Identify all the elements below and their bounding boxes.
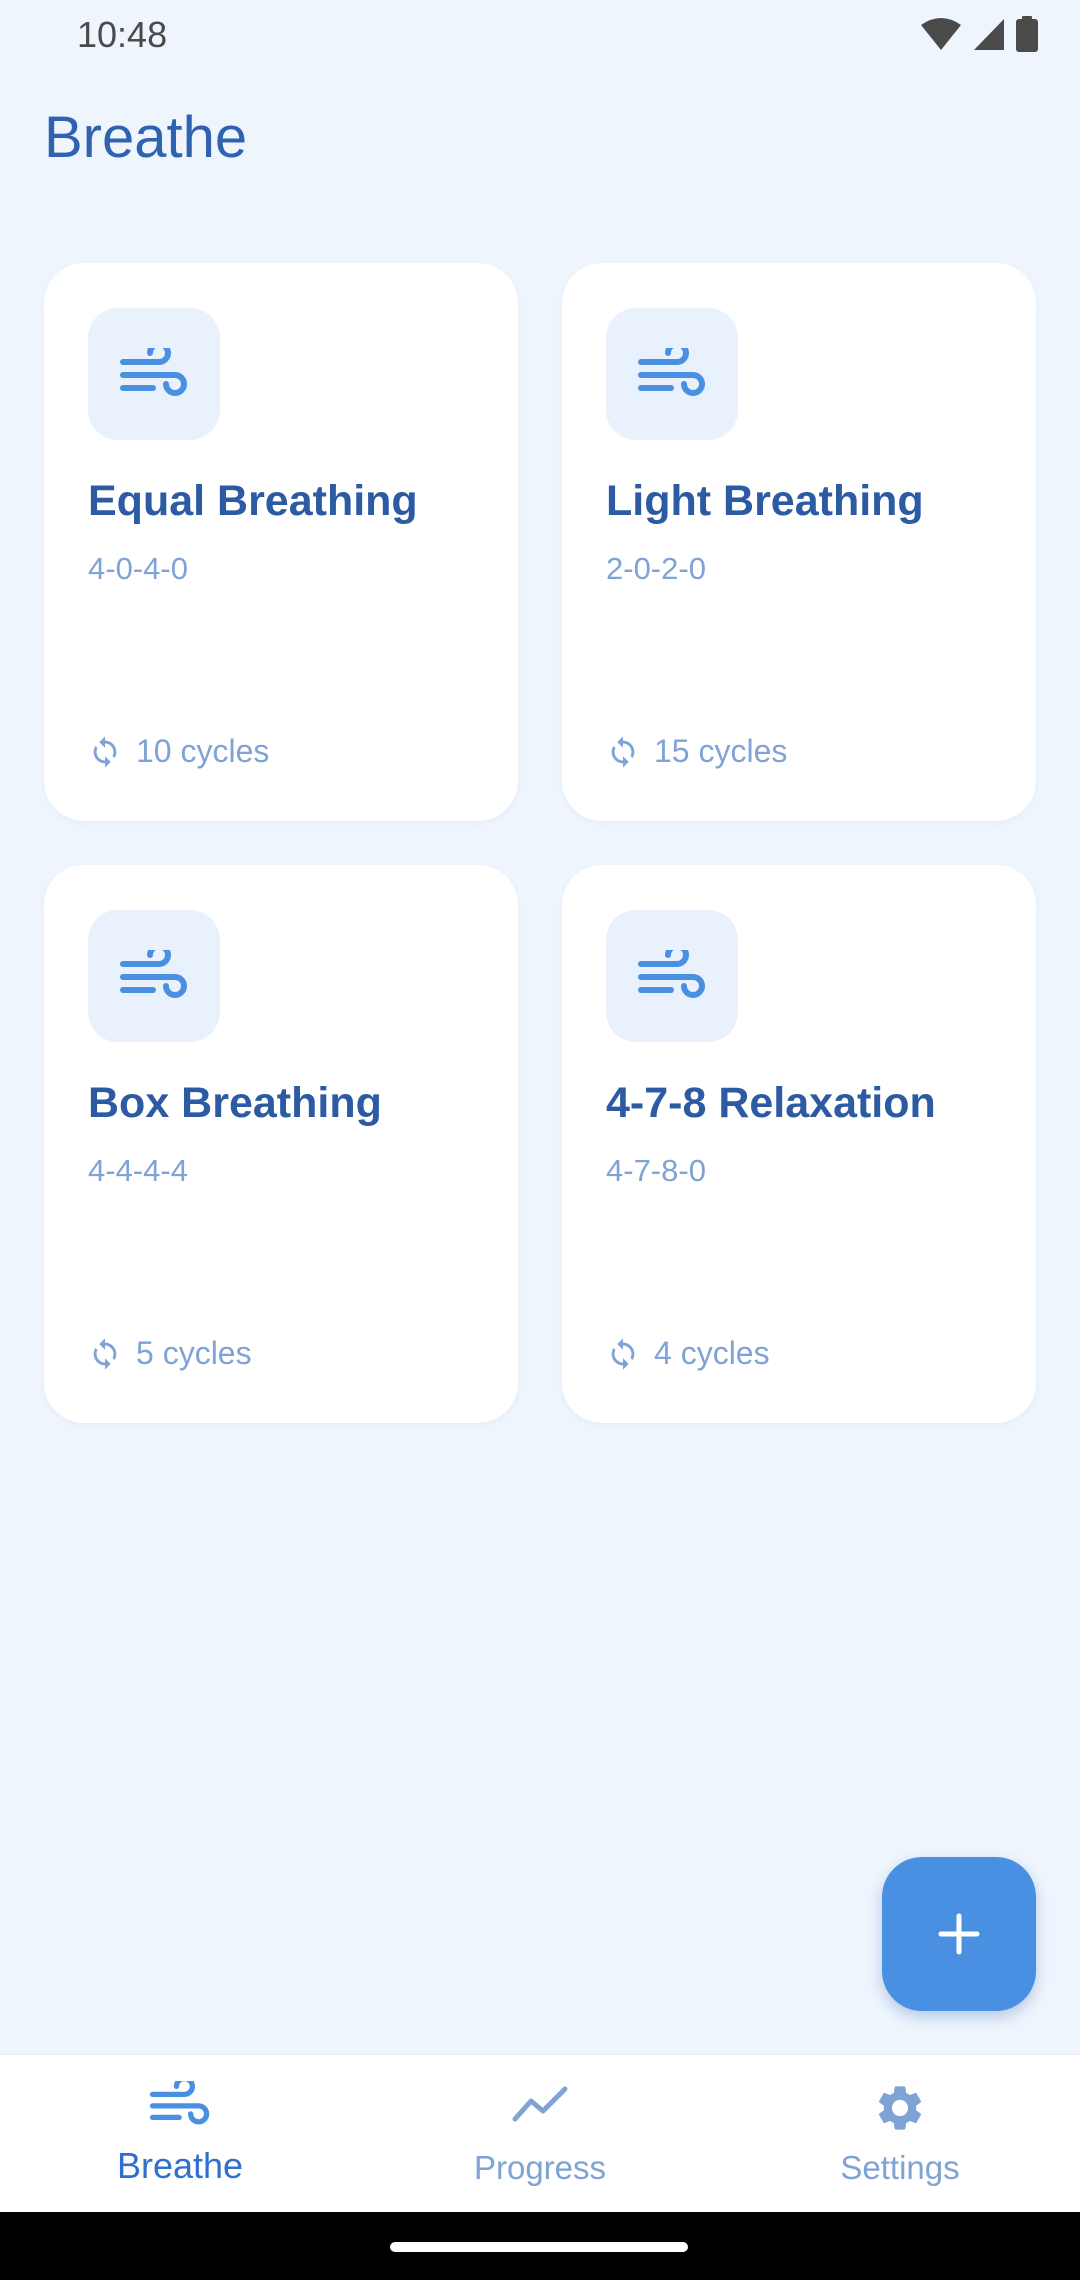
wind-icon: [638, 950, 705, 998]
exercise-pattern: 4-0-4-0: [88, 551, 188, 586]
exercise-cycles: 10 cycles: [88, 733, 269, 770]
nav-label: Settings: [840, 2149, 960, 2186]
exercise-icon-box: [606, 910, 738, 1042]
exercise-title: 4-7-8 Relaxation: [606, 1079, 936, 1127]
status-time: 10:48: [77, 14, 168, 55]
battery-icon: [1016, 16, 1038, 52]
nav-item-settings[interactable]: Settings: [720, 2055, 1080, 2212]
exercise-title: Box Breathing: [88, 1079, 382, 1127]
exercise-card[interactable]: Equal Breathing 4-0-4-0 10 cycles: [44, 263, 518, 821]
repeat-icon: [611, 1337, 635, 1370]
exercise-icon-box: [606, 308, 738, 440]
exercise-card[interactable]: 4-7-8 Relaxation 4-7-8-0 4 cycles: [562, 865, 1036, 1423]
nav-label: Breathe: [116, 2145, 244, 2186]
exercise-icon-box: [88, 308, 220, 440]
status-bar: 10:48: [0, 0, 1080, 70]
nav-label: Progress: [473, 2149, 607, 2186]
status-icons: [920, 14, 1038, 54]
nav-item-progress[interactable]: Progress: [360, 2055, 720, 2212]
bottom-navigation: Breathe Progress Settings: [0, 2054, 1080, 2212]
exercise-title: Equal Breathing: [88, 477, 418, 525]
wind-icon: [149, 2081, 210, 2125]
cycles-label: 4 cycles: [654, 1335, 770, 1371]
exercise-pattern: 4-7-8-0: [606, 1153, 706, 1188]
cycles-label: 5 cycles: [136, 1335, 252, 1371]
exercise-pattern: 4-4-4-4: [88, 1153, 188, 1188]
home-gesture-handle[interactable]: [390, 2242, 688, 2252]
gear-icon: [878, 2086, 922, 2130]
nav-item-breathe[interactable]: Breathe: [0, 2055, 360, 2212]
cycles-label: 10 cycles: [136, 733, 270, 769]
exercise-title: Light Breathing: [606, 477, 924, 525]
gesture-bar: [0, 2212, 1080, 2280]
wifi-icon: [920, 17, 962, 51]
plus-icon: [938, 1913, 980, 1955]
repeat-icon: [611, 735, 635, 768]
repeat-icon: [93, 1337, 117, 1370]
exercise-icon-box: [88, 910, 220, 1042]
add-exercise-button[interactable]: [882, 1857, 1036, 2011]
wind-icon: [120, 950, 187, 998]
trending-up-icon: [512, 2086, 568, 2122]
exercise-grid: Equal Breathing 4-0-4-0 10 cycles Light …: [44, 263, 1036, 1423]
cycles-label: 15 cycles: [654, 733, 788, 769]
cellular-signal-icon: [972, 17, 1006, 51]
wind-icon: [120, 348, 187, 396]
exercise-cycles: 5 cycles: [88, 1335, 252, 1372]
wind-icon: [638, 348, 705, 396]
exercise-card[interactable]: Box Breathing 4-4-4-4 5 cycles: [44, 865, 518, 1423]
exercise-pattern: 2-0-2-0: [606, 551, 706, 586]
exercise-cycles: 4 cycles: [606, 1335, 770, 1372]
exercise-card[interactable]: Light Breathing 2-0-2-0 15 cycles: [562, 263, 1036, 821]
repeat-icon: [93, 735, 117, 768]
exercise-cycles: 15 cycles: [606, 733, 787, 770]
page-title: Breathe: [44, 105, 248, 170]
